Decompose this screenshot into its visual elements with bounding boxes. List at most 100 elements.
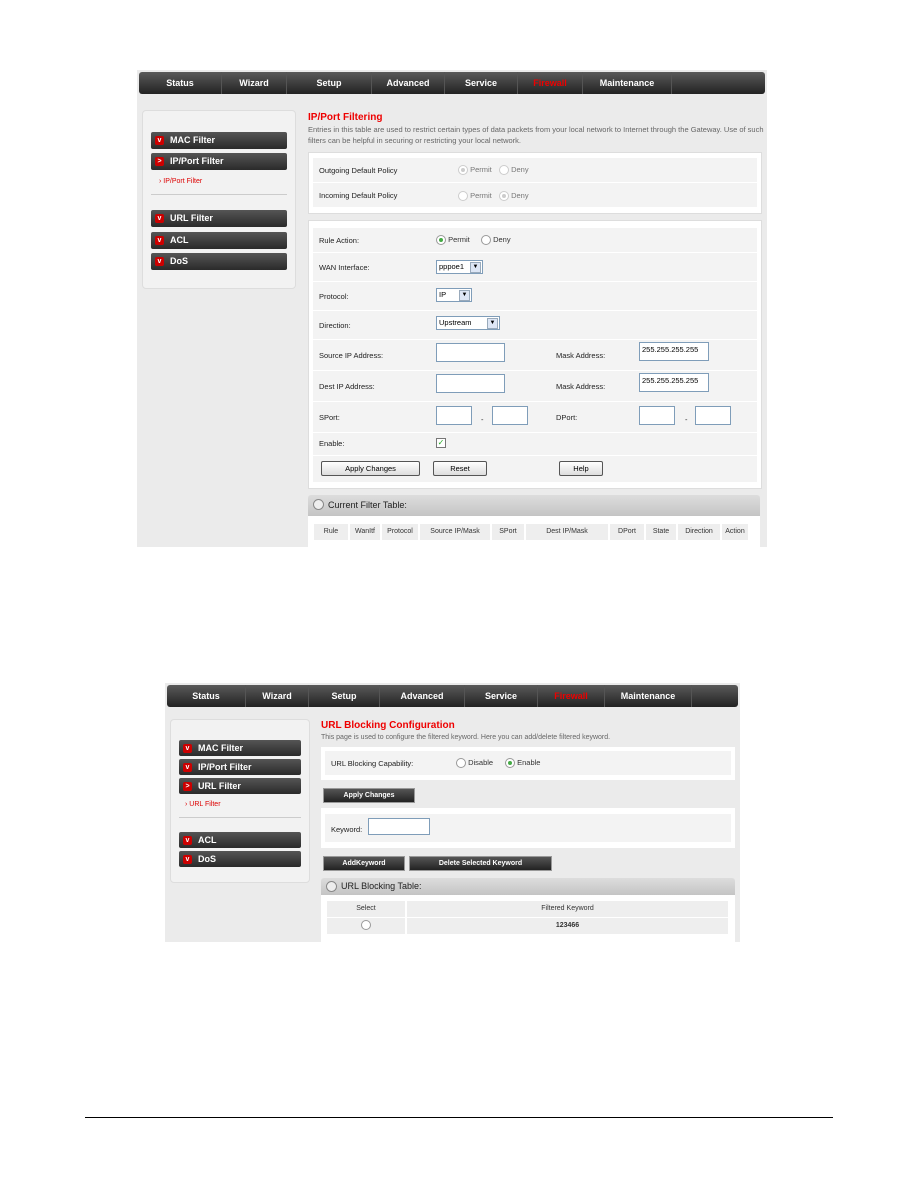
nav-setup[interactable]: Setup [309,685,380,707]
value: IP [439,290,447,299]
table-row-select [327,918,405,934]
page-title: IP/Port Filtering [308,112,383,123]
label: IP/Port Filter [198,762,252,772]
radio-icon[interactable] [458,165,468,176]
divider [151,194,287,195]
mask-label: Mask Address: [556,382,606,391]
outgoing-deny[interactable]: Deny [499,165,529,176]
dport-label: DPort: [556,413,578,422]
dport-end-input[interactable] [695,406,731,425]
incoming-permit[interactable]: Permit [458,191,492,202]
delete-keyword-button[interactable]: Delete Selected Keyword [409,856,552,871]
label: URL Filter [198,781,241,791]
label: ACL [198,835,217,845]
sidebar-acl[interactable]: v ACL [151,232,287,249]
incoming-deny[interactable]: Deny [499,191,529,202]
sidebar-dos[interactable]: v DoS [151,253,287,270]
sidebar: v MAC Filter v IP/Port Filter > URL Filter … [170,719,310,883]
apply-changes-button[interactable]: Apply Changes [321,461,420,476]
sidebar: v MAC Filter > IP/Port Filter › IP/Port Fi… [142,110,296,289]
sidebar-mac-filter[interactable]: v MAC Filter [151,132,287,149]
sidebar-ip-port-filter[interactable]: > IP/Port Filter [151,153,287,170]
dash: - [685,415,688,424]
nav-maintenance[interactable]: Maintenance [605,685,692,707]
wan-select[interactable]: pppoe1 ▼ [436,260,483,274]
sport-end-input[interactable] [492,406,528,425]
nav-advanced[interactable]: Advanced [372,72,445,94]
source-mask-input[interactable]: 255.255.255.255 [639,342,709,361]
enable-radio[interactable]: Enable [505,758,540,769]
sidebar-ip-port-filter[interactable]: v IP/Port Filter [179,759,301,775]
rule-permit[interactable]: Permit [436,235,470,246]
apply-changes-button[interactable]: Apply Changes [323,788,415,803]
disable-radio[interactable]: Disable [456,758,494,769]
protocol-select[interactable]: IP ▼ [436,288,472,302]
chevron-right-icon: > [183,782,192,791]
nav-firewall[interactable]: Firewall [518,72,583,94]
radio-icon[interactable] [499,191,509,202]
sidebar-acl[interactable]: v ACL [179,832,301,848]
nav-firewall[interactable]: Firewall [538,685,605,707]
sidebar-mac-filter[interactable]: v MAC Filter [179,740,301,756]
rule-action-label: Rule Action: [319,236,360,245]
sidebar-url-filter[interactable]: v URL Filter [151,210,287,227]
dest-ip-input[interactable] [436,374,505,393]
dest-mask-input[interactable]: 255.255.255.255 [639,373,709,392]
chevron-down-icon: v [183,836,192,845]
label: ACL [170,235,189,245]
gear-icon [326,881,337,892]
add-keyword-button[interactable]: AddKeyword [323,856,405,871]
url-blocking-table-header: URL Blocking Table: [321,878,735,895]
url-blocking-table: Select Filtered Keyword 123466 [321,895,735,942]
radio-icon[interactable] [458,191,468,202]
enable-checkbox[interactable]: ✓ [436,438,446,448]
nav-advanced[interactable]: Advanced [380,685,465,707]
keyword-label: Keyword: [331,825,363,834]
sidebar-sub-url-filter[interactable]: › URL Filter [185,801,221,808]
nav-service[interactable]: Service [465,685,538,707]
radio-icon[interactable] [505,758,515,769]
outgoing-permit[interactable]: Permit [458,165,492,176]
policy-box: Outgoing Default Policy Permit Deny Inco… [308,152,762,214]
nav-maintenance[interactable]: Maintenance [583,72,672,94]
wan-row: WAN Interface: pppoe1 ▼ [313,253,757,282]
label: Deny [511,191,529,200]
rule-deny[interactable]: Deny [481,235,511,246]
capability-label: URL Blocking Capability: [331,759,414,768]
chevron-down-icon: v [155,214,164,223]
rule-action-row: Rule Action: Permit Deny [313,228,757,253]
column-direction: Direction [678,524,720,540]
sport-label: SPort: [319,413,340,422]
outgoing-label: Outgoing Default Policy [319,166,398,175]
direction-select[interactable]: Upstream ▼ [436,316,500,330]
keyword-box: Keyword: [321,808,735,848]
label: Disable [468,758,494,767]
source-ip-input[interactable] [436,343,505,362]
radio-icon[interactable] [499,165,509,176]
row-select-radio[interactable] [361,920,371,931]
nav-wizard[interactable]: Wizard [246,685,309,707]
nav-service[interactable]: Service [445,72,518,94]
label: MAC Filter [170,135,215,145]
sidebar-dos[interactable]: v DoS [179,851,301,867]
divider [179,817,301,818]
help-button[interactable]: Help [559,461,603,476]
reset-button[interactable]: Reset [433,461,487,476]
radio-icon[interactable] [456,758,466,769]
sidebar-url-filter[interactable]: > URL Filter [179,778,301,794]
radio-icon[interactable] [481,235,491,246]
nav-status[interactable]: Status [139,72,222,94]
column-wanitf: WanItf [350,524,380,540]
mask-label: Mask Address: [556,351,606,360]
keyword-input[interactable] [368,818,430,835]
label: URL Blocking Table: [341,881,422,891]
sport-start-input[interactable] [436,406,472,425]
nav-status[interactable]: Status [167,685,246,707]
nav-setup[interactable]: Setup [287,72,372,94]
label: URL Filter [170,213,213,223]
radio-icon[interactable] [436,235,446,246]
nav-wizard[interactable]: Wizard [222,72,287,94]
column-rule: Rule [314,524,348,540]
sidebar-sub-ip-port-filter[interactable]: › IP/Port Filter [159,178,202,185]
dport-start-input[interactable] [639,406,675,425]
